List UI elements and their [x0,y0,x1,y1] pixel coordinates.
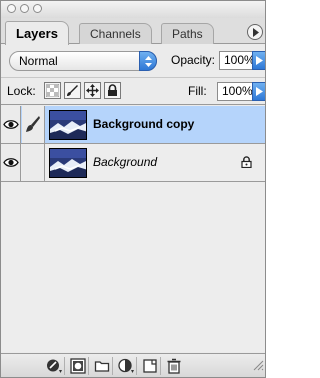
lock-icon [241,156,252,168]
lock-label: Lock: [7,84,36,98]
fill-label: Fill: [188,84,207,98]
checker-icon [46,84,59,97]
palette-menu-button[interactable] [247,24,263,40]
layers-list: Background copy Background [1,106,265,352]
adjustment-layer-button[interactable] [115,357,137,375]
opacity-label: Opacity: [171,53,216,67]
fill-field[interactable]: 100% [217,82,253,101]
add-mask-button[interactable] [67,357,89,375]
lock-all-button[interactable] [104,82,121,99]
eye-icon [3,120,19,129]
brush-icon [67,85,78,96]
padlock-icon [108,84,117,96]
trash-icon [167,358,181,374]
eye-icon [3,158,19,167]
lock-transparent-button[interactable] [44,82,61,99]
visibility-toggle[interactable] [1,106,21,143]
close-button[interactable] [7,4,16,13]
minimize-button[interactable] [20,4,29,13]
layer-row-background[interactable]: Background [1,144,265,182]
layer-thumbnail [49,148,87,178]
title-bar [1,1,265,18]
tab-bar: Layers Channels Paths [1,18,265,45]
delete-layer-button[interactable] [163,357,185,375]
new-layer-icon [143,359,157,373]
layer-style-icon [47,359,62,373]
layer-mask-icon [70,358,86,374]
layers-palette: Layers Channels Paths Normal Opacity: 10… [0,0,266,378]
landscape-image-icon [50,111,86,139]
layer-row-background-copy[interactable]: Background copy [1,106,265,144]
move-icon [86,84,99,97]
resize-grip-icon[interactable] [253,360,264,371]
zoom-button[interactable] [33,4,42,13]
triangle-right-icon [253,28,259,37]
layer-thumbnail [49,110,87,140]
layer-name: Background [93,155,158,169]
blend-mode-select[interactable]: Normal [9,51,157,71]
new-group-button[interactable] [91,357,113,375]
landscape-image-icon [50,149,86,177]
bottom-toolbar [1,353,265,377]
tab-channels[interactable]: Channels [79,23,152,44]
layer-style-button[interactable] [43,357,65,375]
opacity-slider-button[interactable] [252,51,265,70]
fill-slider-button[interactable] [252,82,265,101]
tab-layers[interactable]: Layers [5,21,69,45]
lock-position-button[interactable] [84,82,101,99]
link-toggle[interactable] [22,144,45,181]
active-layer-indicator[interactable] [22,106,45,143]
new-layer-button[interactable] [139,357,161,375]
new-group-icon [94,361,110,372]
paintbrush-icon [26,116,40,132]
lock-image-button[interactable] [64,82,81,99]
background-strip [266,0,281,378]
visibility-toggle[interactable] [1,144,21,181]
adjustment-layer-icon [118,358,134,373]
blend-mode-value: Normal [19,54,58,68]
select-arrows-icon [139,51,157,71]
tab-paths[interactable]: Paths [161,23,214,44]
layer-name: Background copy [93,117,195,131]
opacity-field[interactable]: 100% [219,51,255,70]
